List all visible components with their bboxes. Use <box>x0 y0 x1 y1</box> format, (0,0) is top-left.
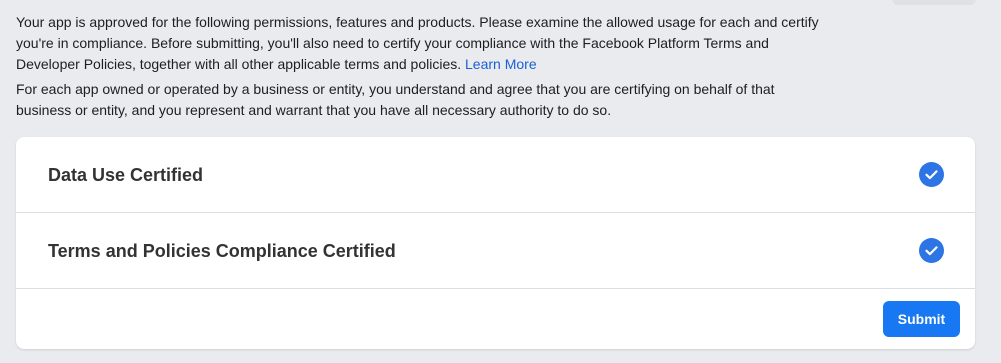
certification-row-data-use: Data Use Certified <box>16 137 975 213</box>
intro-paragraph-2: For each app owned or operated by a busi… <box>16 81 775 118</box>
learn-more-link[interactable]: Learn More <box>465 56 537 72</box>
submit-button[interactable]: Submit <box>883 301 960 337</box>
certification-label: Data Use Certified <box>48 165 204 185</box>
certification-row-terms-policies: Terms and Policies Compliance Certified <box>16 213 975 289</box>
intro-paragraph-1-text: Your app is approved for the following p… <box>16 14 819 72</box>
card-footer: Submit <box>16 289 975 349</box>
intro-paragraph-1: Your app is approved for the following p… <box>16 12 826 75</box>
certification-card: Data Use Certified Terms and Policies Co… <box>16 137 975 349</box>
certification-label: Terms and Policies Compliance Certified <box>48 241 396 261</box>
check-circle-icon <box>919 238 944 263</box>
check-circle-icon <box>919 162 944 187</box>
intro-text: Your app is approved for the following p… <box>16 12 826 121</box>
top-right-button-edge <box>892 0 976 5</box>
